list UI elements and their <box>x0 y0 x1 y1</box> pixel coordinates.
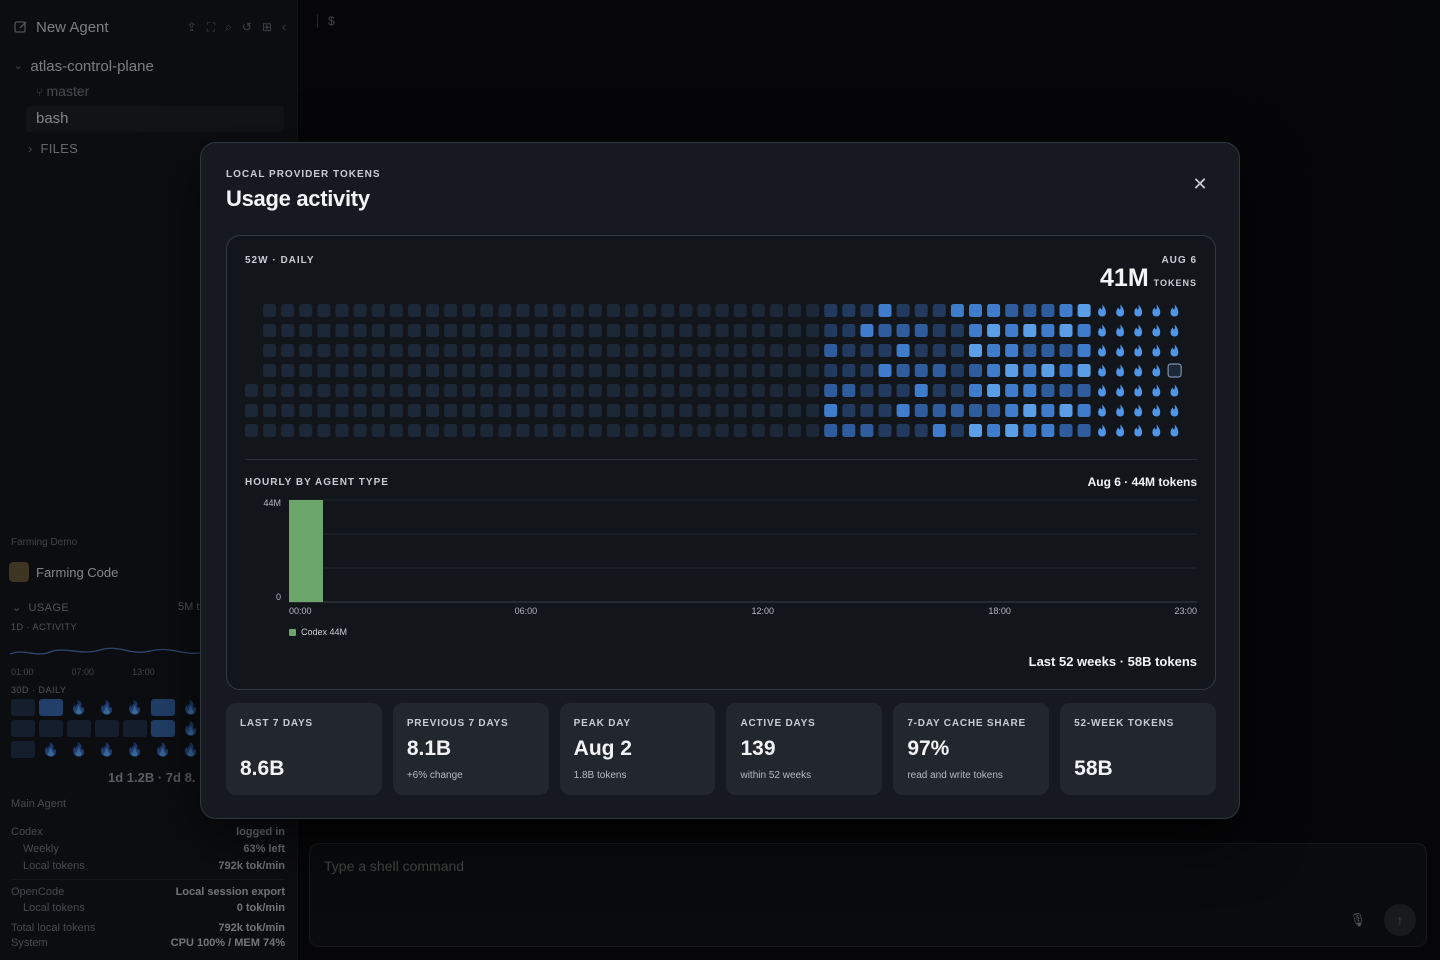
stat-value: 97% <box>907 737 950 760</box>
stat-sub: 1.8B tokens <box>573 770 627 781</box>
hourly-chart: 44M 0 00:00 06:00 12:00 18:00 23:00 <box>263 498 1197 616</box>
stat-value: Aug 2 <box>573 737 632 760</box>
stat-value: 8.1B <box>406 737 452 760</box>
stat-card: 52-WEEK TOKENS 58B <box>1060 703 1216 795</box>
x-tick-label: 23:00 <box>1174 606 1197 616</box>
x-tick-label: 18:00 <box>988 606 1011 616</box>
stat-sub: read and write tokens <box>907 770 1003 781</box>
stat-label: 52-WEEK TOKENS <box>1074 718 1175 729</box>
y-tick-label: 0 <box>276 592 281 602</box>
stat-card: PEAK DAY Aug 2 1.8B tokens <box>559 703 716 795</box>
legend-text: Codex 44M <box>301 627 348 637</box>
close-icon[interactable]: ✕ <box>1189 173 1211 195</box>
usage-modal: LOCAL PROVIDER TOKENS Usage activity ✕ 5… <box>200 142 1240 819</box>
x-tick-label: 06:00 <box>515 606 538 616</box>
stat-card: 7-DAY CACHE SHARE 97% read and write token… <box>893 703 1050 795</box>
modal-title: Usage activity <box>226 186 370 211</box>
stat-cards: LAST 7 DAYS 8.6B PREVIOUS 7 DAYS 8.1B +6% ch… <box>226 703 1216 795</box>
x-tick-label: 12:00 <box>751 606 774 616</box>
stat-card: ACTIVE DAYS 139 within 52 weeks <box>726 703 883 795</box>
stat-sub: within 52 weeks <box>740 770 812 781</box>
stat-label: PEAK DAY <box>573 718 631 729</box>
stat-label: ACTIVE DAYS <box>740 718 816 729</box>
chart-legend: Codex 44M <box>289 627 347 637</box>
panel-footer: Last 52 weeks · 58B tokens <box>1028 654 1197 669</box>
usage-panel: 52W · DAILY AUG 6 41M TOKENS HOURLY BY A… <box>226 235 1216 690</box>
stat-value: 8.6B <box>240 757 285 780</box>
legend-swatch <box>289 628 296 636</box>
modal-eyebrow: LOCAL PROVIDER TOKENS <box>226 169 381 180</box>
stat-value: 58B <box>1074 757 1113 780</box>
stat-card: LAST 7 DAYS 8.6B <box>226 703 382 795</box>
stat-label: 7-DAY CACHE SHARE <box>907 718 1026 729</box>
stat-label: PREVIOUS 7 DAYS <box>406 718 509 729</box>
hourly-bar[interactable] <box>289 500 323 602</box>
stat-sub: +6% change <box>406 770 463 781</box>
stat-card: PREVIOUS 7 DAYS 8.1B +6% change <box>392 703 549 795</box>
x-tick-label: 00:00 <box>289 606 312 616</box>
stat-value: 139 <box>740 737 776 760</box>
y-tick-label: 44M <box>263 498 281 508</box>
stat-label: LAST 7 DAYS <box>240 718 313 729</box>
